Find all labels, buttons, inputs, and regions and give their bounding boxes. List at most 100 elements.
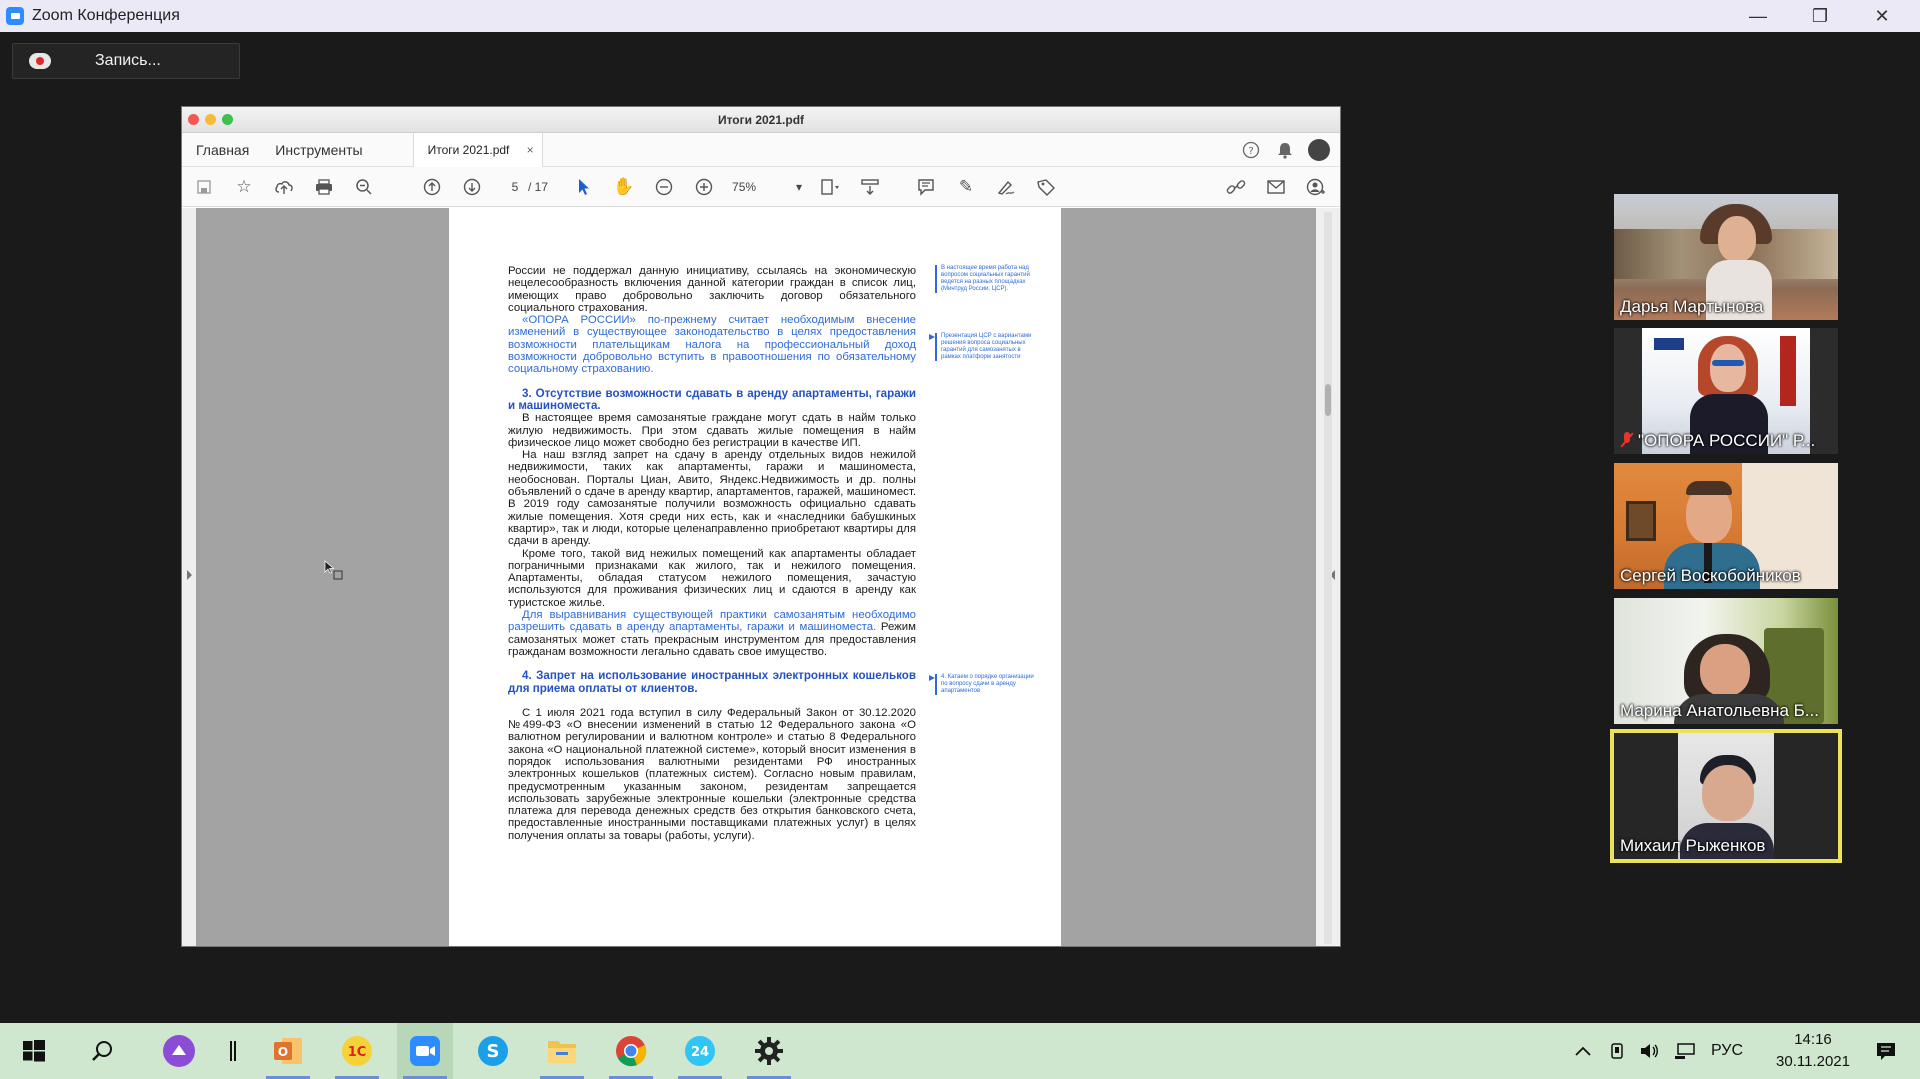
comment-icon[interactable] <box>906 167 946 207</box>
participant-name: Михаил Рыженков <box>1620 836 1766 855</box>
svg-text:?: ? <box>1248 146 1253 157</box>
participant-name: Марина Анатольевна Б... <box>1620 701 1819 720</box>
zoom-out-magnifier-icon[interactable] <box>344 167 384 207</box>
windows-taskbar: O 1C S 24 РУС 14:16 30.11.2021 <box>0 1023 1920 1079</box>
paragraph-5: Кроме того, такой вид нежилых помещений … <box>508 547 916 609</box>
margin-note-3: 4. Катаем о порядке организации по вопро… <box>929 674 1035 695</box>
1c-app-icon[interactable]: 1C <box>329 1023 385 1079</box>
scroll-mode-icon[interactable] <box>850 167 890 207</box>
document-tab-label: Итоги 2021.pdf <box>427 142 510 157</box>
recording-label: Запись... <box>95 52 161 69</box>
select-tool-arrow-icon[interactable] <box>564 167 604 207</box>
zoom-window-title: Zoom Конференция <box>32 7 180 24</box>
paragraph-4: На наш взгляд запрет на сдачу в аренду о… <box>508 449 916 548</box>
pdf-document-area[interactable]: России не поддержал данную инициативу, с… <box>182 208 1340 946</box>
fit-page-icon[interactable] <box>810 167 850 207</box>
pdf-toolbar: ☆ 5 / 17 ✋ 75% ▾ ✎ <box>182 167 1340 207</box>
paragraph-6: Для выравнивания существующей практики с… <box>508 609 916 658</box>
sign-icon[interactable] <box>986 167 1026 207</box>
paragraph-3: В настоящее время самозанятые граждане м… <box>508 412 916 449</box>
participant-tile[interactable]: Сергей Воскобойников <box>1614 463 1838 589</box>
svg-text:S: S <box>487 1041 500 1062</box>
document-tab[interactable]: Итоги 2021.pdf × <box>412 132 543 167</box>
highlight-pen-icon[interactable]: ✎ <box>946 167 986 207</box>
total-pages: / 17 <box>528 179 549 194</box>
bitrix24-app-icon[interactable]: 24 <box>672 1023 728 1079</box>
next-page-icon[interactable] <box>452 167 492 207</box>
share-link-icon[interactable] <box>1216 167 1256 207</box>
input-language[interactable]: РУС <box>1706 1023 1748 1079</box>
heading-3: 3. Отсутствие возможности сдавать в арен… <box>508 386 916 412</box>
volume-icon[interactable] <box>1636 1023 1662 1079</box>
save-icon[interactable] <box>184 167 224 207</box>
hand-tool-icon[interactable]: ✋ <box>604 167 644 207</box>
bookmark-star-icon[interactable]: ☆ <box>224 167 264 207</box>
svg-text:O: O <box>278 1045 288 1059</box>
zoom-app-taskbar-icon[interactable] <box>397 1023 453 1079</box>
zoom-title-bar: Zoom Конференция — ❐ ✕ <box>0 0 1920 32</box>
chevron-down-icon: ▾ <box>795 179 803 194</box>
heading-4: 4. Запрет на использование иностранных э… <box>508 669 916 695</box>
document-tab-close-icon[interactable]: × <box>527 143 534 157</box>
menu-tools[interactable]: Инструменты <box>275 142 362 158</box>
outlook-app-icon[interactable]: O <box>260 1023 316 1079</box>
current-page-input[interactable]: 5 <box>502 180 528 194</box>
paragraph-7: С 1 июля 2021 года вступил в силу Федера… <box>508 706 916 842</box>
scrollbar-thumb[interactable] <box>1325 384 1331 416</box>
participant-tile-active-speaker[interactable]: Михаил Рыженков <box>1610 729 1842 863</box>
zoom-level-select[interactable]: 75% ▾ <box>732 180 802 194</box>
search-icon[interactable] <box>74 1023 130 1079</box>
zoom-level-value: 75% <box>732 179 757 194</box>
email-icon[interactable] <box>1256 167 1296 207</box>
stamp-tag-icon[interactable] <box>1026 167 1066 207</box>
chrome-browser-icon[interactable] <box>603 1023 659 1079</box>
cortana-icon[interactable] <box>151 1023 207 1079</box>
help-icon[interactable]: ? <box>1240 139 1262 161</box>
pdf-menu-bar: Главная Инструменты Итоги 2021.pdf × ? <box>182 132 1340 167</box>
task-view-divider-icon[interactable] <box>205 1023 261 1079</box>
left-panel-toggle[interactable] <box>182 208 196 946</box>
settings-gear-icon[interactable] <box>741 1023 797 1079</box>
participant-name: Дарья Мартынова <box>1620 297 1764 316</box>
windows-start-icon[interactable] <box>6 1023 62 1079</box>
pdf-window-title-bar: Итоги 2021.pdf <box>182 107 1340 133</box>
file-explorer-icon[interactable] <box>534 1023 590 1079</box>
previous-page-icon[interactable] <box>412 167 452 207</box>
svg-text:24: 24 <box>691 1045 709 1060</box>
page-text-column: России не поддержал данную инициативу, с… <box>508 265 916 842</box>
upload-cloud-icon[interactable] <box>264 167 304 207</box>
vertical-scrollbar[interactable] <box>1324 212 1332 944</box>
menu-home[interactable]: Главная <box>196 142 249 158</box>
participant-tile[interactable]: Марина Анатольевна Б... <box>1614 598 1838 724</box>
clock-date: 30.11.2021 <box>1776 1053 1850 1070</box>
participant-name-text: "ОПОРА РОССИИ" Р... <box>1638 431 1816 450</box>
muted-mic-icon <box>1620 432 1634 448</box>
show-hidden-icons-chevron-icon[interactable] <box>1570 1023 1596 1079</box>
page-navigator[interactable]: 5 / 17 <box>502 180 548 194</box>
margin-note-1: В настоящее время работа над вопросом со… <box>935 265 1035 293</box>
minimize-button[interactable]: — <box>1727 0 1789 32</box>
system-clock[interactable]: 14:16 30.11.2021 <box>1768 1029 1858 1073</box>
skype-app-icon[interactable]: S <box>465 1023 521 1079</box>
paragraph-6-highlight: Для выравнивания существующей практики с… <box>508 609 916 634</box>
zoom-in-icon[interactable] <box>684 167 724 207</box>
pdf-window-title: Итоги 2021.pdf <box>717 112 805 127</box>
shared-screen-pdf-viewer[interactable]: Итоги 2021.pdf Главная Инструменты Итоги… <box>181 106 1341 947</box>
zoom-out-icon[interactable] <box>644 167 684 207</box>
restore-button[interactable]: ❐ <box>1789 0 1851 32</box>
participant-name: "ОПОРА РОССИИ" Р... <box>1614 431 1821 454</box>
notifications-icon[interactable] <box>1858 1023 1914 1079</box>
user-avatar-icon[interactable] <box>1308 139 1330 161</box>
bell-icon[interactable] <box>1274 139 1296 161</box>
mouse-cursor-icon <box>324 560 343 580</box>
close-button[interactable]: ✕ <box>1851 0 1913 32</box>
network-icon[interactable] <box>1670 1023 1700 1079</box>
device-tray-icon[interactable] <box>1604 1023 1630 1079</box>
participant-tile[interactable]: Дарья Мартынова <box>1614 194 1838 320</box>
clock-time: 14:16 <box>1794 1031 1832 1048</box>
print-icon[interactable] <box>304 167 344 207</box>
cloud-recording-icon <box>29 53 51 69</box>
recording-indicator[interactable]: Запись... <box>12 43 240 79</box>
add-user-icon[interactable] <box>1296 167 1336 207</box>
participant-tile[interactable]: "ОПОРА РОССИИ" Р... <box>1614 328 1838 454</box>
